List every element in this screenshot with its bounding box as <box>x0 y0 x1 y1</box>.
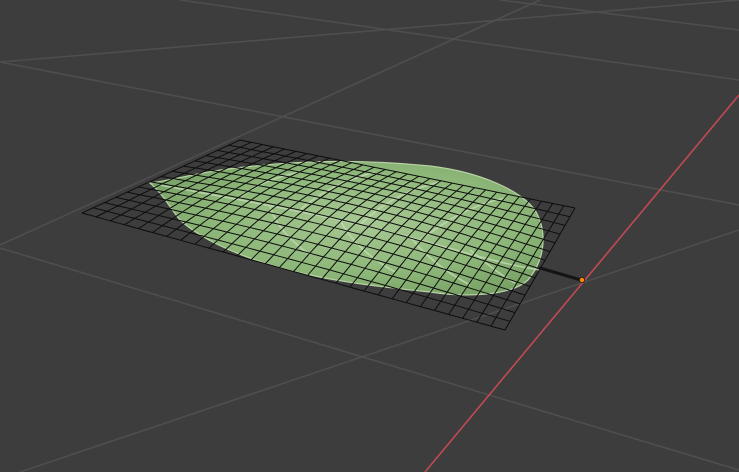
3d-viewport[interactable] <box>0 0 739 472</box>
grid-line <box>499 0 739 31</box>
grid-line <box>0 0 739 63</box>
leaf-stem <box>538 266 583 282</box>
object-origin-dot[interactable] <box>579 276 586 283</box>
viewport-canvas[interactable] <box>0 0 739 472</box>
